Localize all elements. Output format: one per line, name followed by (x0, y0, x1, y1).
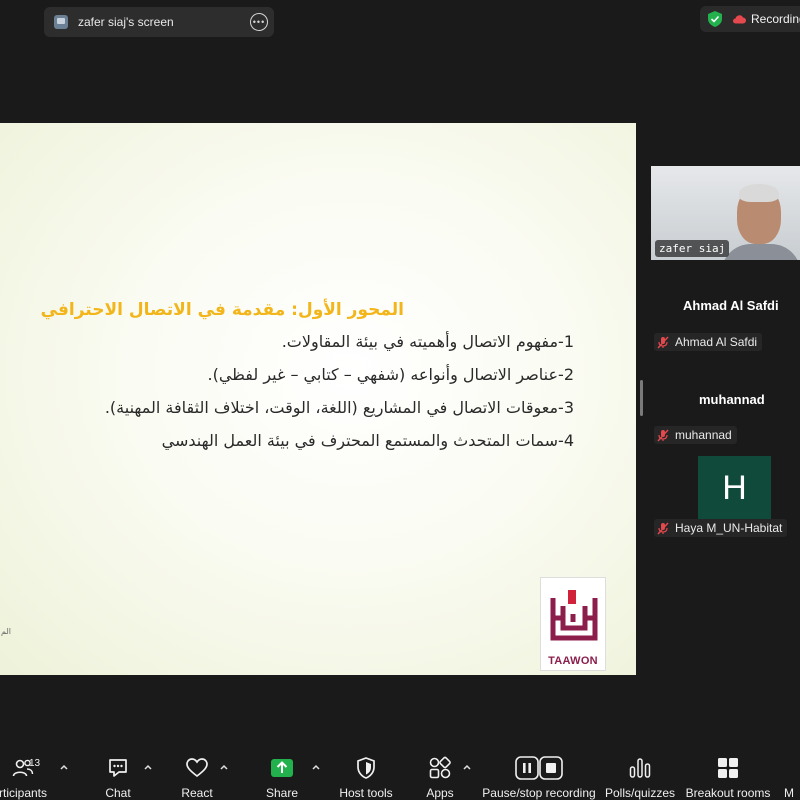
participants-count: 13 (29, 758, 41, 769)
breakout-rooms-button[interactable]: Breakout rooms (686, 746, 770, 800)
slide-line-4: 4-سمات المتحدث والمستمع المحترف في بيئة … (161, 431, 574, 450)
avatar-haya[interactable]: H (698, 456, 771, 520)
chevron-up-icon[interactable] (143, 762, 153, 772)
breakout-rooms-label: Breakout rooms (685, 786, 771, 800)
top-bar: zafer siaj's screen ••• Recording (0, 0, 800, 44)
participants-button[interactable]: rticipants (0, 746, 52, 800)
share-button[interactable]: Share (262, 746, 302, 800)
mic-muted-icon (657, 336, 669, 348)
recording-indicator[interactable]: Recording (700, 6, 800, 32)
polls-quizzes-button[interactable]: Polls/quizzes (604, 746, 676, 800)
apps-label: Apps (426, 786, 454, 800)
slide-line-2: 2-عناصر الاتصال وأنواعه (شفهي – كتابي – … (207, 365, 574, 384)
panel-resize-handle[interactable] (640, 380, 643, 416)
polls-icon (627, 755, 653, 781)
security-shield-icon (708, 11, 722, 27)
video-name-label: zafer siaj (655, 240, 730, 257)
participant-tag-label: muhannad (675, 428, 732, 442)
participant-tag-muhannad[interactable]: muhannad (654, 426, 737, 444)
shield-icon (353, 755, 379, 781)
more-button[interactable]: M (784, 746, 800, 800)
mic-muted-icon (657, 522, 669, 534)
participant-tag-ahmad[interactable]: Ahmad Al Safdi (654, 333, 763, 351)
taawon-logo-mark (550, 590, 598, 641)
screen-share-tab[interactable]: zafer siaj's screen ••• (44, 7, 274, 37)
chevron-up-icon[interactable] (311, 762, 321, 772)
participant-tag-haya[interactable]: Haya M_UN-Habitat (654, 519, 788, 537)
cloud-recording-icon (733, 15, 746, 24)
pause-stop-recording-button[interactable]: Pause/stop recording (482, 746, 596, 800)
meeting-toolbar: rticipants 13 Chat React Share Host tool… (0, 746, 800, 800)
slide-line-1: 1-مفهوم الاتصال وأهميته في بيئة المقاولا… (281, 332, 574, 351)
zoom-window: zafer siaj's screen ••• Recording المحور… (0, 0, 800, 800)
more-options-icon[interactable]: ••• (250, 13, 268, 31)
chevron-up-icon[interactable] (59, 762, 69, 772)
more-icon (784, 755, 800, 781)
pause-stop-icon (514, 755, 564, 781)
participant-tag-label: Haya M_UN-Habitat (675, 521, 783, 535)
participant-tag-label: Ahmad Al Safdi (675, 335, 758, 349)
shared-slide: المحور الأول: مقدمة في الاتصال الاحترافي… (0, 123, 636, 675)
chevron-up-icon[interactable] (219, 762, 229, 772)
breakout-icon (715, 755, 741, 781)
polls-quizzes-label: Polls/quizzes (604, 786, 676, 800)
apps-button[interactable]: Apps (420, 746, 460, 800)
chat-icon (105, 755, 131, 781)
host-tools-label: Host tools (339, 786, 393, 800)
chat-button[interactable]: Chat (98, 746, 138, 800)
taawon-logo-label: TAAWON (548, 655, 598, 667)
chevron-up-icon[interactable] (462, 762, 472, 772)
recording-label: Recording (751, 12, 800, 26)
more-label: M (784, 786, 794, 800)
mic-muted-icon (657, 429, 669, 441)
host-tools-button[interactable]: Host tools (336, 746, 396, 800)
apps-icon (427, 755, 453, 781)
chat-label: Chat (105, 786, 131, 800)
participant-name-ahmad: Ahmad Al Safdi (683, 298, 779, 313)
react-button[interactable]: React (176, 746, 218, 800)
participant-name-muhannad: muhannad (699, 392, 765, 407)
participants-label: rticipants (0, 786, 48, 800)
react-label: React (181, 786, 213, 800)
video-tile-zafer[interactable]: zafer siaj (651, 166, 800, 260)
share-label: Share (265, 786, 299, 800)
heart-icon (184, 755, 210, 781)
screen-share-icon (54, 15, 68, 29)
share-icon (269, 755, 295, 781)
slide-heading: المحور الأول: مقدمة في الاتصال الاحترافي (40, 300, 404, 320)
pause-stop-label: Pause/stop recording (482, 786, 596, 800)
taawon-logo: TAAWON (540, 577, 606, 671)
slide-footnote: الم (1, 627, 11, 636)
screen-share-label: zafer siaj's screen (78, 15, 174, 29)
slide-line-3: 3-معوقات الاتصال في المشاريع (اللغة، الو… (104, 398, 574, 417)
